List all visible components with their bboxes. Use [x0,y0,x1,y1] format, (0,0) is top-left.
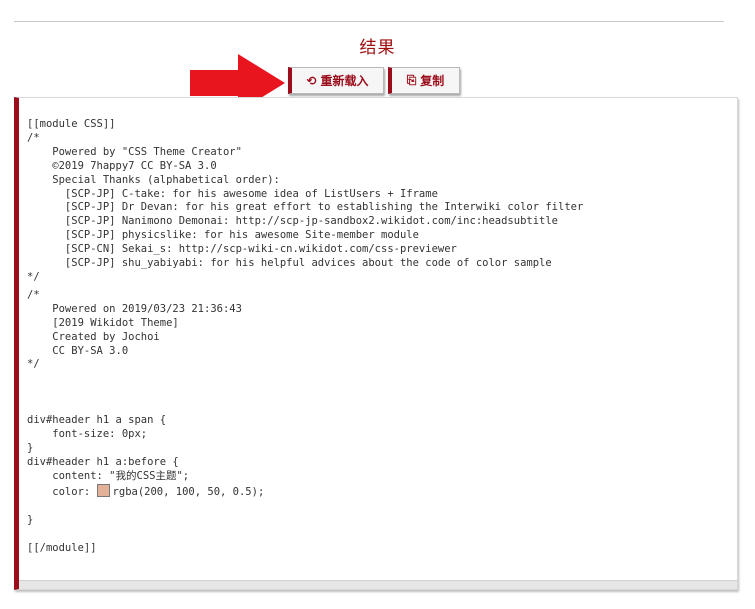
code-color-line: color: rgba(200, 100, 50, 0.5); [27,483,583,500]
copy-button-label: 复制 [420,74,445,88]
color-property: color: [27,485,97,498]
reload-icon: ⟲ [306,73,317,88]
color-sample-swatch [96,483,110,497]
reload-button-label: 重新载入 [320,74,369,88]
css-code: [[module CSS]] /* Powered by "CSS Theme … [27,118,583,556]
horizontal-scrollbar[interactable] [19,580,737,589]
copy-icon: ⎘ [406,73,417,87]
code-header-rules: div#header h1 a span { font-size: 0px; }… [27,414,190,482]
code-theme-info-block: /* Powered on 2019/03/23 21:36:43 [2019 … [27,288,242,371]
result-title: 结果 [359,38,396,58]
code-credits-block: [[module CSS]] /* Powered by "CSS Theme … [27,118,584,283]
color-value: rgba(200, 100, 50, 0.5); [112,485,265,498]
code-output-panel: [[module CSS]] /* Powered by "CSS Theme … [14,97,738,590]
code-module-end: [[/module]] [27,541,97,554]
reload-button[interactable]: ⟲ 重新载入 [288,67,384,94]
top-divider [14,21,724,22]
copy-button[interactable]: ⎘ 复制 [388,67,460,94]
code-close-brace: } [27,513,34,526]
